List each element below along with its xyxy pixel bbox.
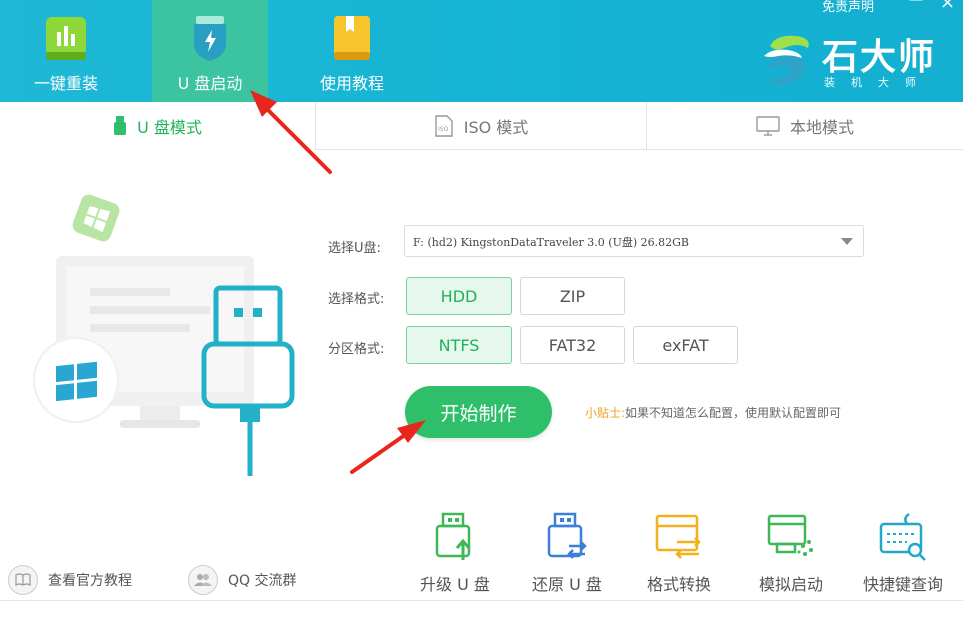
iso-file-icon: ISO — [435, 115, 453, 137]
header-bar: 免责声明 — × 一键重装 U 盘启动 使用教程 石大师 装机大师 — [0, 0, 963, 102]
partition-option-ntfs[interactable]: NTFS — [406, 326, 512, 364]
tool-label: 升级 U 盘 — [420, 575, 490, 594]
start-make-button[interactable]: 开始制作 — [405, 386, 552, 438]
nav-usb-boot[interactable]: U 盘启动 — [152, 0, 268, 102]
tool-simulate-boot[interactable]: 模拟启动 — [741, 508, 841, 598]
format-convert-icon — [655, 514, 701, 559]
usb-drive-value: F: (hd2) KingstonDataTraveler 3.0 (U盘) 2… — [413, 236, 689, 249]
keyboard-search-icon — [879, 512, 926, 561]
tool-label: 格式转换 — [646, 575, 711, 594]
nav-one-click-reinstall[interactable]: 一键重装 — [8, 0, 124, 102]
chart-bar-icon — [46, 17, 86, 60]
tab-usb-mode[interactable]: U 盘模式 — [0, 102, 315, 150]
usb-shield-icon — [194, 16, 226, 61]
usb-select-label: 选择U盘: — [328, 241, 381, 256]
usb-illustration — [33, 194, 295, 476]
partition-option-exfat[interactable]: exFAT — [633, 326, 738, 364]
users-icon — [188, 565, 218, 595]
book-open-icon — [8, 565, 38, 595]
close-button[interactable]: × — [940, 0, 955, 13]
nav-label: 一键重装 — [33, 74, 98, 93]
tab-label: U 盘模式 — [137, 118, 202, 137]
app-window: 免责声明 — × 一键重装 U 盘启动 使用教程 石大师 装机大师 U 盘模式 … — [0, 0, 963, 628]
official-tutorial-link[interactable]: 查看官方教程 — [8, 565, 132, 595]
tab-label: 本地模式 — [789, 118, 854, 137]
simulate-boot-icon — [767, 514, 813, 556]
disclaimer-link[interactable]: 免责声明 — [822, 0, 874, 15]
usb-restore-icon — [547, 512, 587, 559]
chevron-down-icon — [841, 238, 853, 245]
windows-tile-icon — [72, 194, 120, 242]
partition-option-fat32[interactable]: FAT32 — [520, 326, 625, 364]
tool-upgrade-usb[interactable]: 升级 U 盘 — [405, 508, 505, 598]
tool-format-convert[interactable]: 格式转换 — [629, 508, 729, 598]
usb-upgrade-icon — [435, 512, 471, 560]
partition-label: 分区格式: — [328, 342, 385, 357]
tab-label: ISO 模式 — [463, 118, 529, 137]
format-option-zip[interactable]: ZIP — [520, 277, 625, 315]
book-icon — [334, 16, 370, 60]
tool-label: 快捷键查询 — [862, 575, 943, 594]
usb-drive-select[interactable]: F: (hd2) KingstonDataTraveler 3.0 (U盘) 2… — [404, 225, 864, 257]
tool-label: 模拟启动 — [758, 575, 823, 594]
format-label: 选择格式: — [328, 292, 385, 307]
usb-icon — [114, 116, 127, 135]
logo-subtitle: 装机大师 — [824, 76, 932, 89]
minimize-button[interactable]: — — [909, 0, 923, 8]
bottom-divider — [0, 600, 963, 601]
tip-key: 小贴士: — [585, 406, 626, 420]
tip-text: 小贴士:如果不知道怎么配置，使用默认配置即可 — [585, 404, 841, 421]
format-option-hdd[interactable]: HDD — [406, 277, 512, 315]
tab-iso-mode[interactable]: ISO ISO 模式 — [316, 102, 646, 150]
tool-label: 还原 U 盘 — [532, 575, 602, 594]
link-label: QQ 交流群 — [228, 573, 297, 589]
monitor-icon — [756, 116, 780, 136]
tip-message: 如果不知道怎么配置，使用默认配置即可 — [625, 406, 842, 420]
svg-text:ISO: ISO — [438, 126, 449, 133]
tool-restore-usb[interactable]: 还原 U 盘 — [517, 508, 617, 598]
brand-logo: 石大师 装机大师 — [762, 26, 942, 92]
tab-local-mode[interactable]: 本地模式 — [647, 102, 963, 150]
nav-label: U 盘启动 — [177, 74, 243, 93]
mode-tabs: U 盘模式 ISO ISO 模式 本地模式 — [0, 102, 963, 150]
nav-label: 使用教程 — [319, 74, 384, 93]
logo-mark-icon — [764, 35, 809, 85]
nav-tutorial[interactable]: 使用教程 — [294, 0, 410, 102]
tool-shortcut-lookup[interactable]: 快捷键查询 — [853, 508, 953, 598]
logo-title: 石大师 — [822, 37, 937, 78]
qq-group-link[interactable]: QQ 交流群 — [188, 565, 297, 595]
link-label: 查看官方教程 — [48, 573, 132, 589]
